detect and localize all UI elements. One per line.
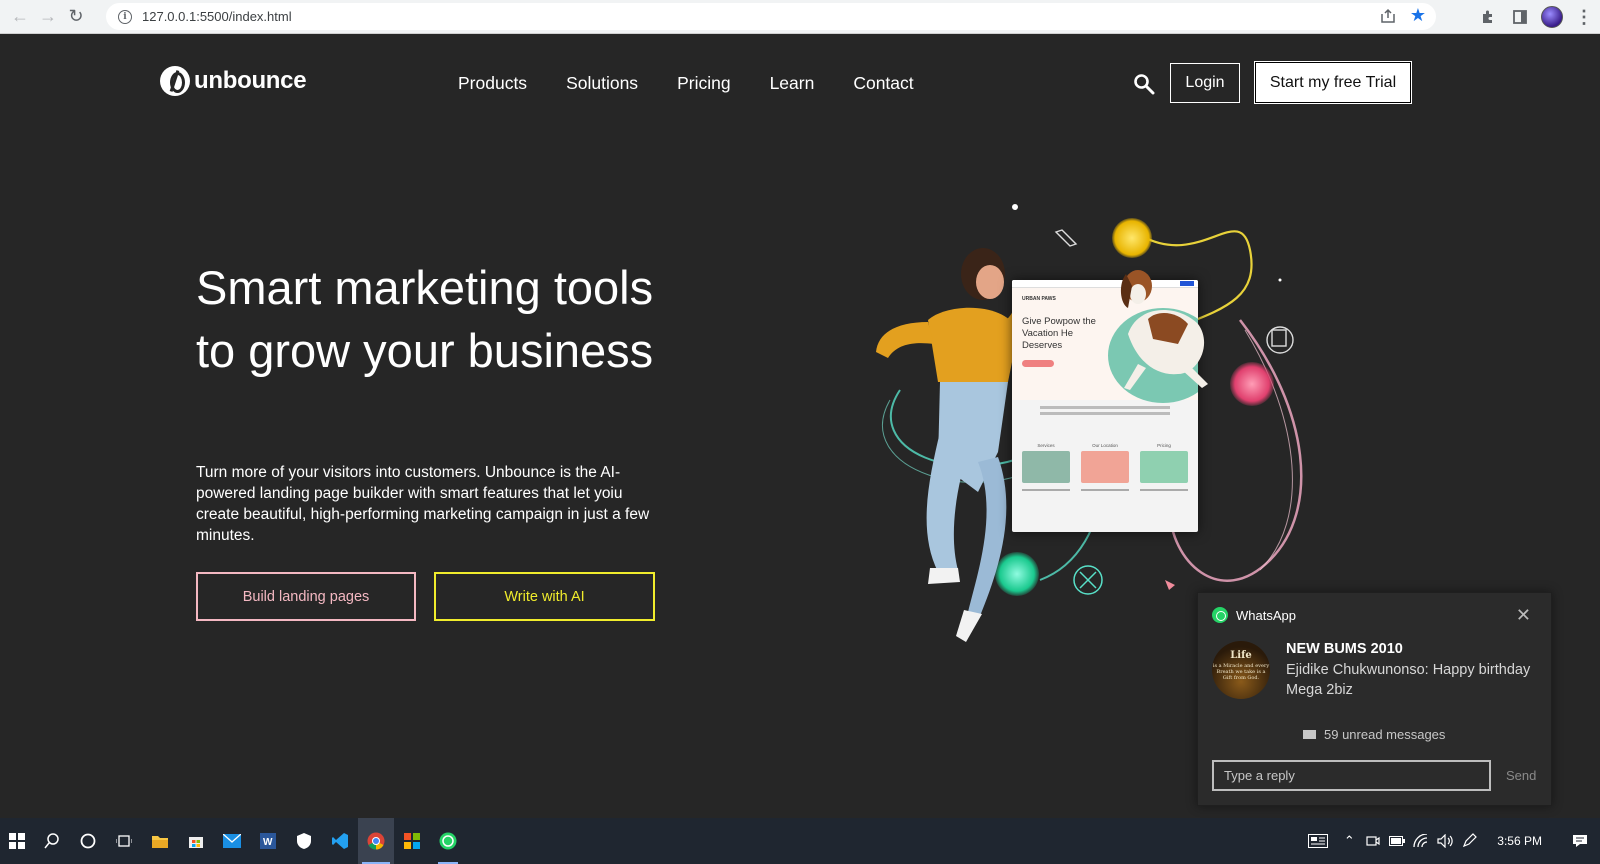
meet-now-icon[interactable]	[1361, 818, 1385, 864]
clock-time[interactable]: 3:56 PM	[1497, 834, 1542, 848]
search-icon[interactable]	[1133, 73, 1155, 95]
system-tray: ⌃ 3:56 PM	[1299, 818, 1600, 864]
nav-contact[interactable]: Contact	[853, 73, 913, 94]
store-icon[interactable]	[178, 818, 214, 864]
nav-pricing[interactable]: Pricing	[677, 73, 731, 94]
notification-app-name: WhatsApp	[1236, 607, 1296, 623]
battery-icon[interactable]	[1385, 818, 1409, 864]
unread-count: 59 unread messages	[1303, 727, 1445, 742]
hero-subtitle: Turn more of your visitors into customer…	[196, 464, 650, 544]
browser-toolbar: ← → ↻ i 127.0.0.1:5500/index.html ★ ⋮	[0, 0, 1600, 34]
notification-app-row: WhatsApp	[1212, 607, 1296, 623]
chevron-up-icon[interactable]: ⌃	[1337, 818, 1361, 864]
dog-figure	[1120, 270, 1208, 390]
news-widget-icon[interactable]	[1299, 818, 1337, 864]
action-center-icon[interactable]	[1560, 818, 1600, 864]
reload-icon[interactable]: ↻	[62, 3, 90, 31]
woman-figure	[876, 248, 1028, 642]
envelope-icon	[1303, 730, 1316, 739]
office-icon[interactable]	[394, 818, 430, 864]
logo-mark-icon	[160, 66, 190, 96]
start-trial-button[interactable]: Start my free Trial	[1255, 62, 1411, 103]
svg-text:W: W	[263, 837, 273, 848]
hero-illustration: URBAN PAWS Give Powpow the Vacation He D…	[840, 190, 1320, 642]
mail-icon[interactable]	[214, 818, 250, 864]
reply-input[interactable]	[1212, 760, 1491, 791]
url-text[interactable]: 127.0.0.1:5500/index.html	[142, 9, 292, 24]
logo-text: unbounce	[194, 67, 307, 94]
notification-body: Ejidike Chukwunonso: Happy birthday Mega…	[1286, 662, 1531, 698]
extensions-icon[interactable]	[1472, 1, 1504, 33]
word-icon[interactable]: W	[250, 818, 286, 864]
close-icon[interactable]: ✕	[1516, 605, 1531, 626]
pink-glow-ball	[1230, 362, 1274, 406]
pen-icon[interactable]	[1457, 818, 1481, 864]
login-button[interactable]: Login	[1170, 63, 1240, 103]
mockup-headline: Give Powpow the Vacation He Deserves	[1022, 316, 1096, 351]
windows-start-icon[interactable]	[0, 818, 34, 864]
chrome-icon[interactable]	[358, 818, 394, 864]
mockup-tile: Pricing	[1140, 443, 1188, 491]
avatar-subtext: is a Miracle and every Breath we take is…	[1212, 663, 1270, 681]
side-panel-icon[interactable]	[1504, 1, 1536, 33]
forward-icon[interactable]: →	[34, 3, 62, 31]
address-bar[interactable]: i 127.0.0.1:5500/index.html ★	[106, 3, 1436, 30]
group-avatar: Life is a Miracle and every Breath we ta…	[1212, 641, 1270, 699]
menu-kebab-icon[interactable]: ⋮	[1568, 1, 1600, 33]
main-nav: Products Solutions Pricing Learn Contact	[458, 73, 953, 94]
security-shield-icon[interactable]	[286, 818, 322, 864]
file-explorer-icon[interactable]	[142, 818, 178, 864]
volume-icon[interactable]	[1433, 818, 1457, 864]
whatsapp-notification[interactable]: WhatsApp ✕ Life is a Miracle and every B…	[1197, 592, 1552, 806]
site-info-icon[interactable]: i	[118, 9, 132, 24]
mockup-brand: URBAN PAWS	[1022, 296, 1056, 302]
cortana-icon[interactable]	[70, 818, 106, 864]
bookmark-star-icon[interactable]: ★	[1410, 5, 1426, 26]
profile-avatar[interactable]	[1536, 1, 1568, 33]
hero-title: Smart marketing tools to grow your busin…	[196, 261, 654, 377]
whatsapp-icon	[1212, 607, 1228, 623]
send-button[interactable]: Send	[1506, 768, 1536, 783]
mockup-cta	[1022, 360, 1054, 367]
nav-learn[interactable]: Learn	[770, 73, 815, 94]
vscode-icon[interactable]	[322, 818, 358, 864]
mockup-tile: Services	[1022, 443, 1070, 491]
build-landing-pages-button[interactable]: Build landing pages	[196, 572, 416, 621]
wifi-icon[interactable]	[1409, 818, 1433, 864]
mockup-tile: Our Location	[1081, 443, 1129, 491]
share-icon[interactable]	[1380, 8, 1396, 24]
notification-title: NEW BUMS 2010	[1286, 641, 1403, 657]
windows-taskbar: W ⌃ 3:56 PM	[0, 818, 1600, 864]
back-icon[interactable]: ←	[6, 3, 34, 31]
search-taskbar-icon[interactable]	[34, 818, 70, 864]
avatar-text: Life	[1230, 650, 1252, 661]
nav-solutions[interactable]: Solutions	[566, 73, 638, 94]
unbounce-logo[interactable]: unbounce	[160, 66, 307, 96]
yellow-glow-ball	[1112, 218, 1152, 258]
task-view-icon[interactable]	[106, 818, 142, 864]
whatsapp-taskbar-icon[interactable]	[430, 818, 466, 864]
write-with-ai-button[interactable]: Write with AI	[434, 572, 655, 621]
nav-products[interactable]: Products	[458, 73, 527, 94]
